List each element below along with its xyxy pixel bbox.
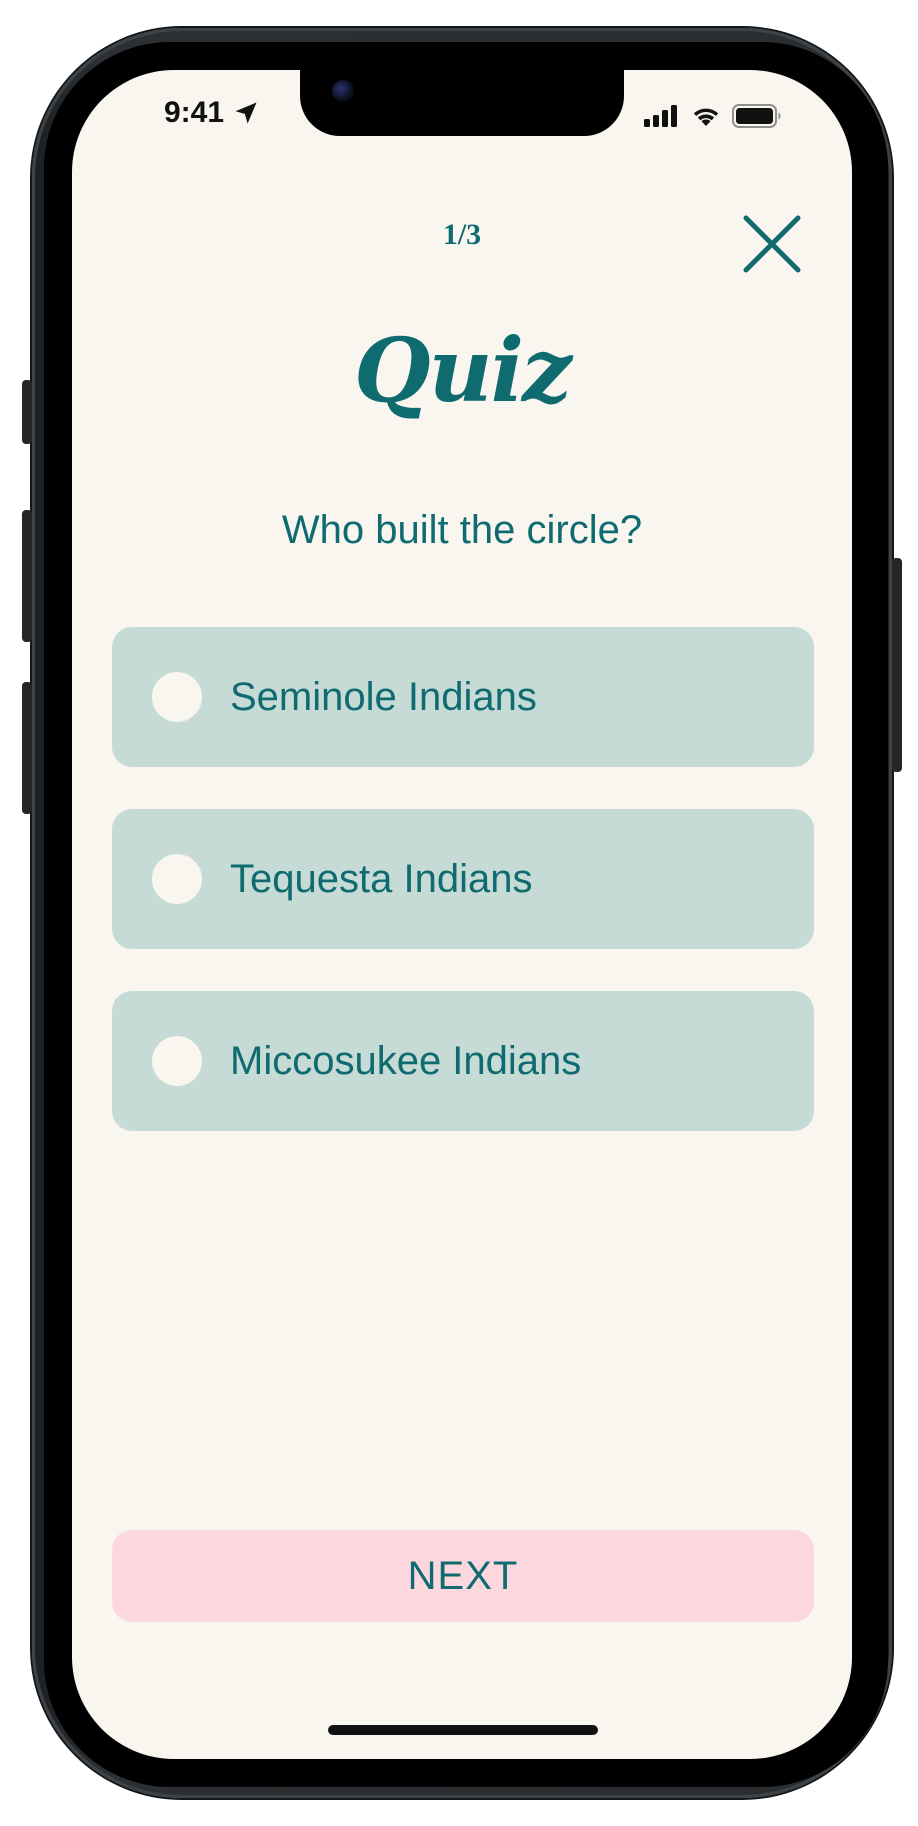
page-title: Quiz	[353, 318, 572, 422]
answer-option-miccosukee[interactable]: Miccosukee Indians	[112, 991, 814, 1131]
notch	[300, 70, 624, 136]
quiz-question: Who built the circle?	[281, 508, 643, 552]
time-label: 9:41	[164, 96, 225, 129]
answer-option-label: Seminole Indians	[230, 674, 537, 719]
close-button[interactable]	[740, 212, 804, 276]
answer-option-label: Tequesta Indians	[230, 856, 533, 901]
location-arrow-icon	[235, 102, 257, 124]
answer-option-label: Miccosukee Indians	[230, 1038, 582, 1083]
home-indicator[interactable]	[328, 1725, 598, 1735]
answer-options: Seminole Indians Tequesta Indians Miccos…	[112, 627, 814, 1173]
wifi-icon	[693, 108, 719, 126]
mute-switch	[22, 380, 32, 444]
close-icon	[743, 215, 801, 273]
volume-down-button	[22, 682, 32, 814]
cellular-signal-icon	[644, 105, 677, 127]
volume-up-button	[22, 510, 32, 642]
status-bar-icons	[644, 104, 782, 128]
power-button	[892, 558, 902, 772]
battery-icon	[732, 104, 781, 128]
status-bar-time: 9:41	[164, 96, 260, 130]
answer-option-seminole[interactable]: Seminole Indians	[112, 627, 814, 767]
radio-button[interactable]	[152, 672, 202, 722]
quiz-progress: 1/3	[442, 218, 482, 251]
radio-button[interactable]	[152, 854, 202, 904]
app-screen: 9:41 1/3 Quiz Who built the circle? Semi…	[72, 70, 852, 1759]
front-camera	[332, 80, 354, 102]
answer-option-tequesta[interactable]: Tequesta Indians	[112, 809, 814, 949]
radio-button[interactable]	[152, 1036, 202, 1086]
next-button[interactable]: NEXT	[112, 1530, 814, 1622]
